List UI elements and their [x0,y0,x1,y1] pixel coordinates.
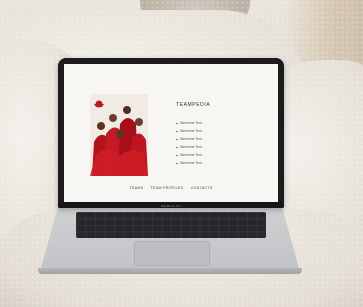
footer-link-teams[interactable]: TEAMS [129,186,143,190]
menu-item[interactable]: Welcome Text [176,127,202,135]
menu-item[interactable]: Welcome Text [176,159,202,167]
laptop-lid: TEAMPEDIA Welcome Text Welcome Text Welc… [58,58,284,208]
footer-nav: TEAMS TEAM PROFILES CONTACTS [64,186,278,190]
menu-item[interactable]: Welcome Text [176,135,202,143]
menu-item[interactable]: Welcome Text [176,151,202,159]
lid-bottom-bezel: MacBook Pro [58,202,284,208]
site-title: TEAMPEDIA [176,102,211,108]
footer-link-contacts[interactable]: CONTACTS [191,186,213,190]
menu-item[interactable]: Welcome Text [176,119,202,127]
laptop-brand-label: MacBook Pro [160,204,182,208]
menu-item[interactable]: Welcome Text [176,143,202,151]
laptop-keyboard [76,212,266,238]
menu-list: Welcome Text Welcome Text Welcome Text W… [176,119,202,167]
laptop-trackpad [134,241,210,266]
laptop-screen: TEAMPEDIA Welcome Text Welcome Text Welc… [64,64,278,202]
hero-photo [90,94,148,176]
group-photo-illustration [90,94,148,176]
laptop-base-front-edge [38,268,302,274]
footer-link-team-profiles[interactable]: TEAM PROFILES [151,186,184,190]
scene: TEAMPEDIA Welcome Text Welcome Text Welc… [0,0,363,307]
